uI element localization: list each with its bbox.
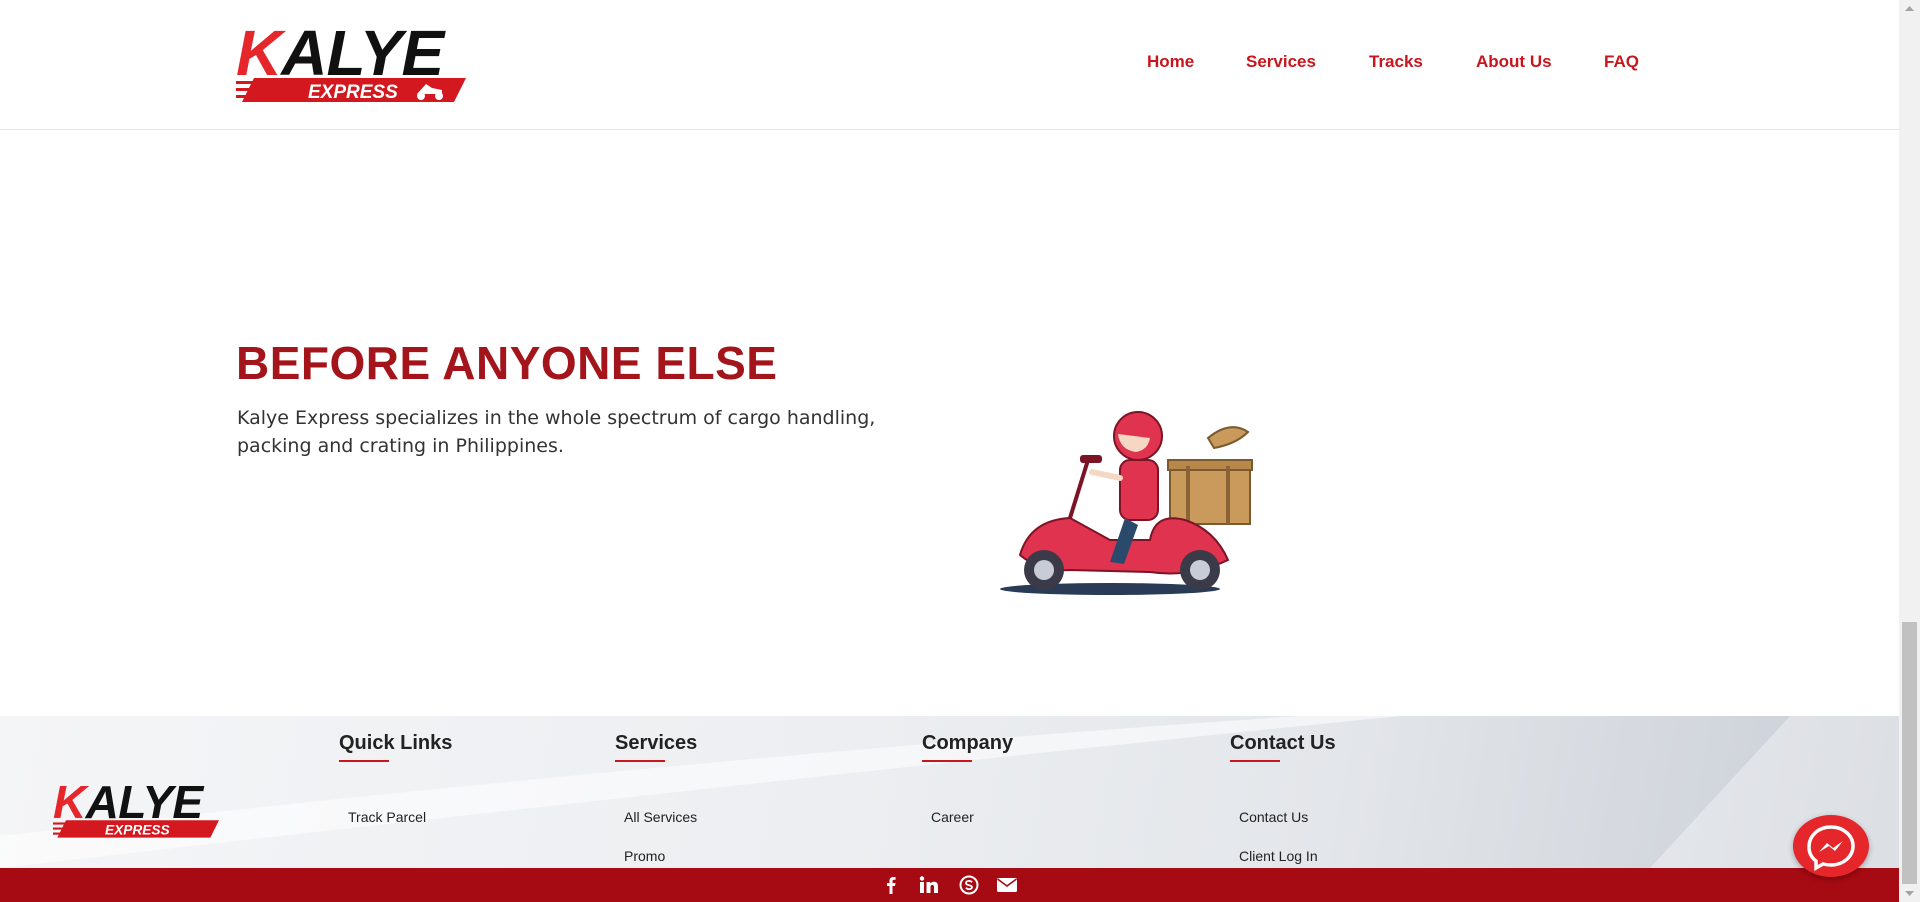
svg-text:EXPRESS: EXPRESS	[308, 82, 398, 103]
heading-underline	[615, 760, 665, 762]
hero-title: BEFORE ANYONE ELSE	[236, 337, 778, 389]
nav-about-us[interactable]: About Us	[1476, 52, 1552, 72]
footer-column-quick-links: Quick Links Track Parcel	[339, 732, 453, 825]
facebook-icon[interactable]	[880, 874, 902, 896]
site-footer: KALYE EXPRESS Quick Links Track Parcel S…	[0, 716, 1899, 868]
footer-heading: Contact Us	[1230, 732, 1336, 754]
site-header: KALYE EXPRESS Home Services Tracks About…	[0, 0, 1899, 130]
nav-tracks[interactable]: Tracks	[1369, 52, 1423, 72]
main-nav: Home Services Tracks About Us FAQ	[0, 52, 1899, 82]
footer-heading: Company	[922, 732, 1014, 754]
messenger-icon	[1807, 825, 1855, 872]
nav-services[interactable]: Services	[1246, 52, 1316, 72]
scroll-down-arrow-icon[interactable]	[1899, 885, 1920, 902]
footer-heading: Services	[615, 732, 698, 754]
footer-link-track-parcel[interactable]: Track Parcel	[348, 809, 426, 825]
linkedin-icon[interactable]	[918, 874, 940, 896]
scrollbar-thumb[interactable]	[1902, 622, 1917, 884]
footer-heading: Quick Links	[339, 732, 453, 754]
scroll-up-arrow-icon[interactable]	[1899, 0, 1920, 17]
svg-text:EXPRESS: EXPRESS	[105, 823, 170, 838]
heading-underline	[922, 760, 972, 762]
footer-column-company: Company Career	[922, 732, 1014, 825]
messenger-chat-button[interactable]	[1793, 815, 1869, 877]
skype-icon[interactable]	[958, 874, 980, 896]
hero-description: Kalye Express specializes in the whole s…	[237, 407, 876, 457]
page-scrollbar[interactable]	[1899, 0, 1920, 902]
heading-underline	[339, 760, 389, 762]
footer-logo[interactable]: KALYE EXPRESS	[53, 776, 219, 840]
social-bar	[0, 868, 1899, 902]
footer-link-contact-us[interactable]: Contact Us	[1239, 809, 1308, 825]
footer-link-career[interactable]: Career	[931, 809, 974, 825]
footer-link-promo[interactable]: Promo	[624, 848, 665, 864]
delivery-scooter-illustration	[1000, 400, 1280, 600]
nav-home[interactable]: Home	[1147, 52, 1194, 72]
footer-link-all-services[interactable]: All Services	[624, 809, 697, 825]
footer-column-contact-us: Contact Us Contact Us Client Log In	[1230, 732, 1336, 864]
kalye-express-logo: KALYE EXPRESS	[53, 776, 219, 838]
footer-link-client-log-in[interactable]: Client Log In	[1239, 848, 1318, 864]
nav-faq[interactable]: FAQ	[1604, 52, 1639, 72]
envelope-icon[interactable]	[996, 874, 1018, 896]
heading-underline	[1230, 760, 1280, 762]
footer-column-services: Services All Services Promo	[615, 732, 698, 864]
